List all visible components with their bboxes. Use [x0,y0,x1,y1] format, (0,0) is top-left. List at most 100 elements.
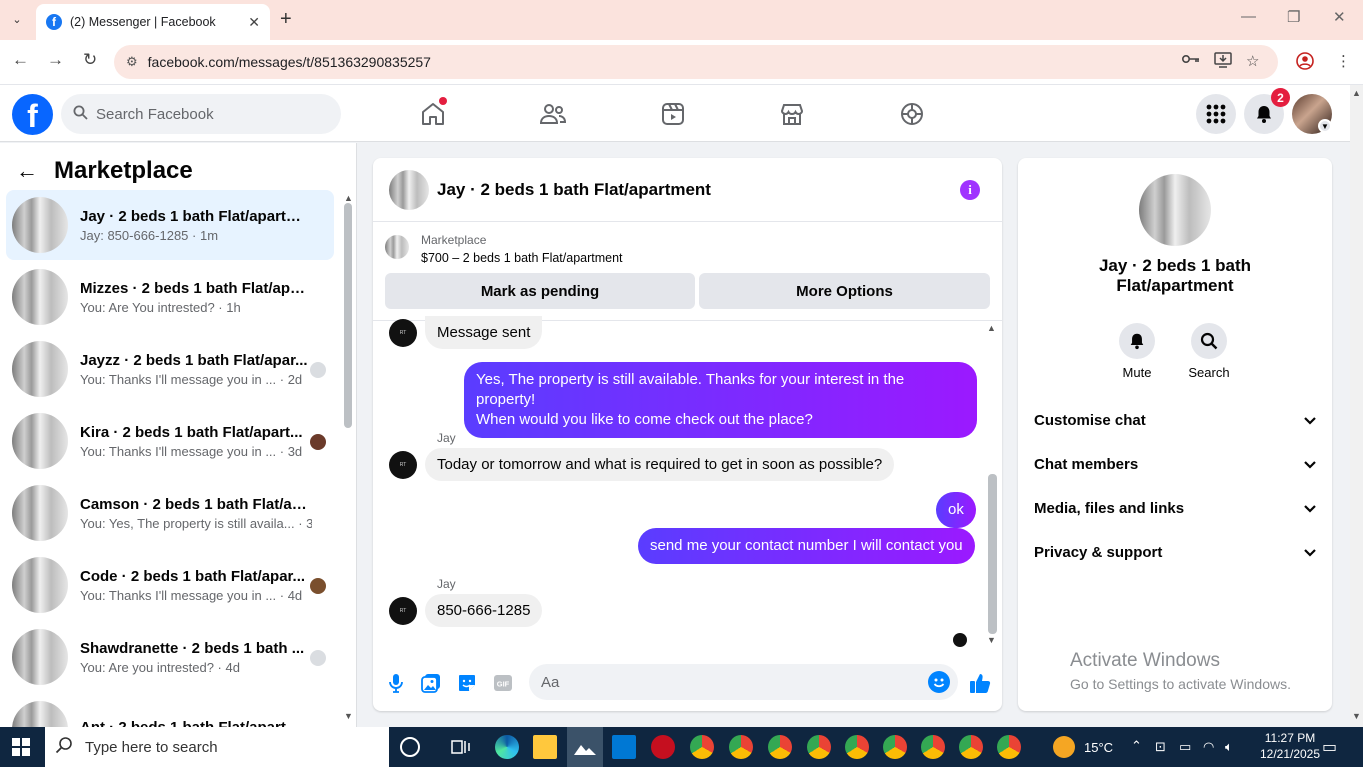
conversation-item[interactable]: Jay · 2 beds 1 bath Flat/apartment Jay: … [6,190,334,260]
gaming-icon[interactable] [897,99,927,129]
chrome-profile-icon[interactable] [883,735,907,759]
install-app-icon[interactable] [1214,52,1232,72]
chat-scroll-down-icon[interactable]: ▼ [987,635,996,645]
close-window-icon[interactable]: ✕ [1333,8,1346,26]
more-options-button[interactable]: More Options [699,273,990,309]
app-icon[interactable] [651,735,675,759]
customise-chat-section[interactable]: Customise chat [1034,400,1316,440]
chat-members-section[interactable]: Chat members [1034,444,1316,484]
reload-icon[interactable]: ↻ [83,50,97,70]
photos-app-icon[interactable] [567,727,603,767]
mute-action[interactable]: Mute [1107,323,1167,380]
conversation-item[interactable]: Shawdranette · 2 beds 1 bath ... You: Ar… [6,622,334,692]
task-view-icon[interactable] [449,735,473,759]
conversation-item[interactable]: Camson · 2 beds 1 bath Flat/apa... You: … [6,478,334,548]
chrome-profile-icon[interactable] [845,735,869,759]
facebook-logo-icon[interactable]: f [12,94,53,135]
chat-scrollbar[interactable] [988,474,997,634]
emoji-icon[interactable] [928,671,950,693]
taskbar-search[interactable]: Type here to search [45,727,389,767]
password-key-icon[interactable] [1181,52,1200,69]
url-omnibox[interactable]: ⚙ facebook.com/messages/t/85136329083525… [114,45,1278,79]
back-arrow-icon[interactable]: ← [16,158,38,184]
search-action[interactable]: Search [1179,323,1239,380]
chrome-profile-icon[interactable] [807,735,831,759]
cortana-icon[interactable] [400,737,420,757]
message-bubble-outgoing[interactable]: ok [936,492,976,528]
like-thumbs-up-icon[interactable] [969,672,991,694]
back-icon[interactable]: ← [12,50,29,70]
listing-price[interactable]: $700 – 2 beds 1 bath Flat/apartment [421,251,623,265]
privacy-support-section[interactable]: Privacy & support [1034,532,1316,572]
restore-icon[interactable]: ❐ [1287,8,1300,26]
chrome-profile-icon[interactable] [959,735,983,759]
video-icon[interactable] [658,99,688,129]
tray-chevron-up-icon[interactable]: ⌃ [1131,738,1142,754]
friends-icon[interactable] [538,99,568,129]
chat-header[interactable]: Jay · 2 beds 1 bath Flat/apartment i [373,158,1002,222]
volume-icon[interactable]: 🔈︎ [1225,739,1233,755]
chrome-profile-icon[interactable] [768,735,792,759]
site-info-icon[interactable]: ⚙ [126,54,138,70]
wifi-icon[interactable]: ◠ [1203,739,1214,755]
chrome-profile-icon[interactable] [729,735,753,759]
battery-icon[interactable]: ▭ [1179,739,1191,755]
notifications-button[interactable]: 2 [1244,88,1290,134]
search-in-chat-icon[interactable] [1191,323,1227,359]
page-scrollbar[interactable]: ▲ ▼ [1350,85,1363,727]
edge-icon[interactable] [495,735,519,759]
media-files-links-section[interactable]: Media, files and links [1034,488,1316,528]
message-bubble[interactable]: 850-666-1285 [425,594,543,627]
browser-menu-icon[interactable]: ⋮ [1336,52,1351,70]
scroll-up-icon[interactable]: ▲ [344,193,353,203]
gif-icon[interactable]: GIF [492,672,514,694]
chrome-profile-icon[interactable] [997,735,1021,759]
microphone-icon[interactable] [385,672,407,694]
mark-as-pending-button[interactable]: Mark as pending [385,273,695,309]
conversation-item[interactable]: Ant · 2 beds 1 bath Flat/apart... [6,694,334,727]
minimize-icon[interactable]: — [1241,8,1256,25]
tray-camera-icon[interactable]: ⊡ [1155,739,1166,755]
tab-search-chevron-icon[interactable]: ⌄ [6,8,28,30]
page-scroll-up-icon[interactable]: ▲ [1352,88,1361,98]
forward-icon[interactable]: → [47,50,64,70]
marketplace-icon[interactable] [777,99,807,129]
new-tab-icon[interactable]: + [280,8,292,31]
mute-bell-icon[interactable] [1119,323,1155,359]
facebook-search-input[interactable] [96,105,316,123]
browser-tab[interactable]: f (2) Messenger | Facebook ✕ [36,4,270,40]
windows-start-icon[interactable] [12,738,30,756]
account-chevron-down-icon[interactable]: ▼ [1318,119,1332,133]
home-icon[interactable] [418,97,448,129]
weather-moon-icon[interactable] [1053,736,1075,758]
message-input[interactable] [541,673,901,691]
message-bubble[interactable]: Message sent [425,316,543,349]
clock[interactable]: 11:27 PM 12/21/2025 [1250,731,1330,761]
message-bubble-outgoing[interactable]: send me your contact number I will conta… [638,528,975,564]
notification-center-icon[interactable]: ▭ [1322,737,1337,757]
info-icon[interactable]: i [960,180,980,200]
facebook-search[interactable] [61,94,341,134]
tab-close-icon[interactable]: ✕ [248,14,260,31]
conversation-item[interactable]: Kira · 2 beds 1 bath Flat/apart... You: … [6,406,334,476]
store-icon[interactable] [612,735,636,759]
profile-icon[interactable] [1296,52,1314,74]
temperature[interactable]: 15°C [1084,740,1113,755]
conversation-item[interactable]: Mizzes · 2 beds 1 bath Flat/apart... You… [6,262,334,332]
message-input-wrapper[interactable] [529,664,958,700]
bookmark-star-icon[interactable]: ☆ [1246,52,1259,70]
photo-icon[interactable] [420,672,442,694]
chrome-icon[interactable] [690,735,714,759]
chrome-profile-icon[interactable] [921,735,945,759]
conversation-item[interactable]: Jayzz · 2 beds 1 bath Flat/apar... You: … [6,334,334,404]
sidebar-scrollbar[interactable] [344,203,352,428]
message-bubble[interactable]: Today or tomorrow and what is required t… [425,448,895,481]
sticker-icon[interactable] [456,672,478,694]
scroll-down-icon[interactable]: ▼ [344,711,353,721]
menu-grid-button[interactable] [1196,94,1236,134]
conversation-item[interactable]: Code · 2 beds 1 bath Flat/apar... You: T… [6,550,334,620]
file-explorer-icon[interactable] [533,735,557,759]
page-scroll-down-icon[interactable]: ▼ [1352,711,1361,721]
chat-scroll-up-icon[interactable]: ▲ [987,323,996,333]
message-bubble-outgoing[interactable]: Yes, The property is still available. Th… [464,362,977,438]
